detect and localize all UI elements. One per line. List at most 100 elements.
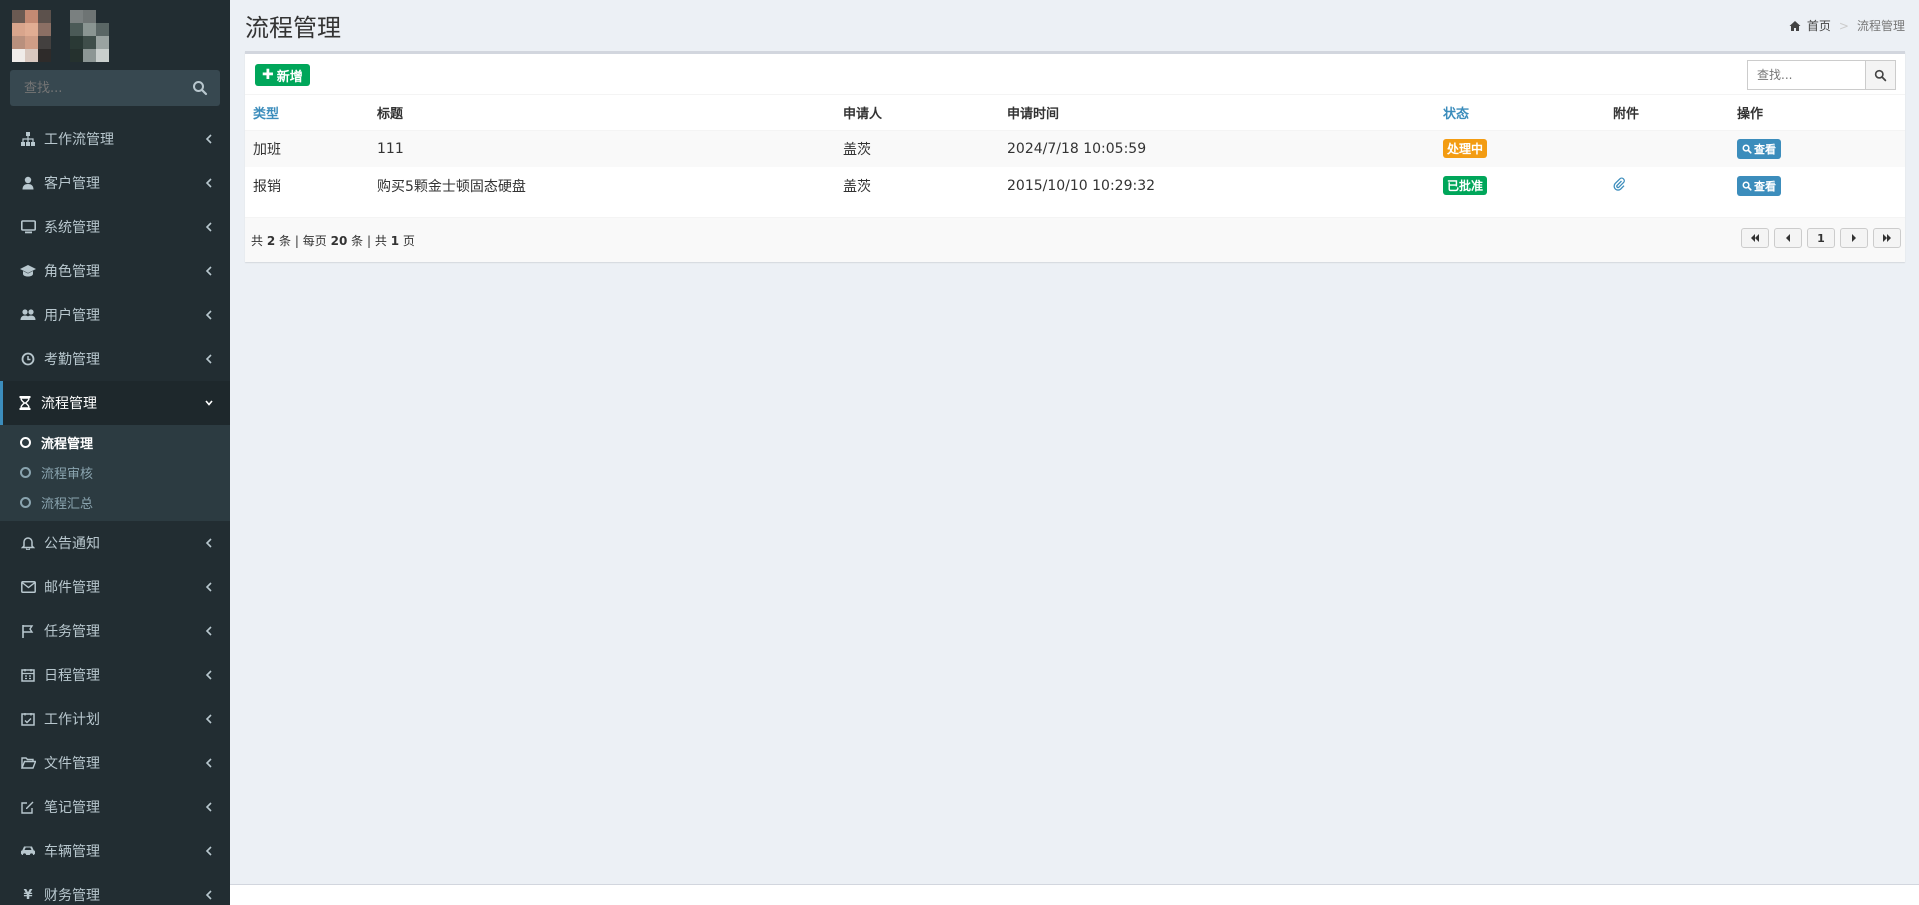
pager-text: 条	[279, 234, 292, 248]
view-button[interactable]: 查看	[1737, 175, 1781, 196]
cell-title: 111	[377, 140, 404, 157]
column-header-type[interactable]: 类型	[245, 95, 369, 131]
status-badge: 已批准	[1443, 176, 1488, 195]
hourglass-icon	[17, 395, 33, 411]
next-page-button[interactable]	[1840, 228, 1868, 248]
flag-icon	[20, 623, 36, 639]
sidebar-item-label: 系统管理	[44, 220, 100, 236]
caret-right-icon	[1852, 234, 1856, 242]
box-footer: 共 2 条 | 每页 20 条 | 共 1 页 1	[245, 217, 1905, 262]
main-footer	[230, 884, 1919, 905]
clock-icon	[20, 351, 36, 367]
table-search-button[interactable]	[1865, 61, 1895, 89]
sidebar-item-label: 日程管理	[44, 668, 100, 684]
sidebar-item-tasks[interactable]: 任务管理	[0, 609, 230, 653]
table-row: 报销 购买5颗金士顿固态硬盘 盖茨 2015/10/10 10:29:32 已批…	[245, 167, 1905, 204]
cell-status: 已批准	[1435, 167, 1605, 204]
cell-actions: 查看	[1729, 167, 1905, 204]
submenu-item-process-management[interactable]: 流程管理	[0, 427, 230, 457]
sidebar-item-label: 工作计划	[44, 712, 100, 728]
pager-text: 每页	[302, 234, 327, 248]
sidebar-item-customers[interactable]: 客户管理	[0, 161, 230, 205]
submenu-item-label: 流程管理	[41, 436, 94, 452]
sidebar-item-label: 工作流管理	[44, 132, 114, 148]
table-search-input[interactable]	[1748, 61, 1865, 89]
page-number-button[interactable]: 1	[1807, 228, 1835, 248]
sidebar-item-label: 笔记管理	[44, 800, 100, 816]
pager-text: 共	[374, 234, 387, 248]
sidebar-item-label: 公告通知	[44, 536, 100, 552]
submenu-item-process-summary[interactable]: 流程汇总	[0, 487, 230, 517]
cell-actions: 查看	[1729, 130, 1905, 167]
cell-title: 购买5颗金士顿固态硬盘	[377, 178, 526, 195]
chevron-left-icon	[205, 538, 212, 548]
pager-text: 页	[402, 234, 415, 248]
search-icon	[1874, 69, 1887, 81]
sidebar-item-files[interactable]: 文件管理	[0, 741, 230, 785]
chevron-left-icon	[205, 310, 212, 320]
pager-total: 2	[266, 234, 276, 248]
column-header-status[interactable]: 状态	[1435, 95, 1605, 131]
cell-type: 加班	[253, 141, 281, 158]
sidebar-item-users[interactable]: 用户管理	[0, 293, 230, 337]
page-title: 流程管理	[245, 14, 341, 42]
sidebar-item-mail[interactable]: 邮件管理	[0, 565, 230, 609]
table-row: 加班 111 盖茨 2024/7/18 10:05:59 处理中 查看	[245, 130, 1905, 167]
caret-left-icon	[1786, 234, 1790, 242]
content-wrapper: 流程管理 首页 > 流程管理 ✚ 新增 类型 标题 申请人	[230, 0, 1919, 905]
paperclip-icon[interactable]	[1613, 177, 1625, 191]
sidebar-item-notes[interactable]: 笔记管理	[0, 785, 230, 829]
sidebar-menu: 工作流管理 客户管理 系统管理 角色管理 用户管理 考勤管理 流程管理 流程管理…	[0, 117, 230, 905]
search-icon	[1742, 144, 1752, 154]
chevron-left-icon	[205, 582, 212, 592]
breadcrumb-separator: >	[1838, 18, 1849, 33]
yen-icon: ¥	[23, 887, 33, 903]
chevron-left-icon	[205, 758, 212, 768]
column-header-actions: 操作	[1729, 95, 1905, 131]
circle-icon	[20, 466, 31, 478]
sidebar-item-attendance[interactable]: 考勤管理	[0, 337, 230, 381]
users-icon	[20, 307, 36, 323]
first-page-button[interactable]	[1741, 228, 1769, 248]
sidebar-search-input[interactable]	[10, 70, 180, 106]
sidebar-item-label: 车辆管理	[44, 844, 100, 860]
sidebar-item-vehicles[interactable]: 车辆管理	[0, 829, 230, 873]
process-submenu: 流程管理 流程审核 流程汇总	[0, 425, 230, 521]
forward-icon	[1883, 234, 1891, 242]
sidebar-item-label: 客户管理	[44, 176, 100, 192]
avatar[interactable]	[12, 10, 109, 62]
sidebar-item-work-plan[interactable]: 工作计划	[0, 697, 230, 741]
column-header-time: 申请时间	[999, 95, 1435, 131]
pagination-info: 共 2 条 | 每页 20 条 | 共 1 页	[251, 232, 415, 249]
envelope-icon	[20, 579, 36, 595]
sidebar-item-label: 文件管理	[44, 756, 100, 772]
process-list-box: ✚ 新增 类型 标题 申请人 申请时间 状态 附件 操作	[245, 51, 1905, 262]
sidebar-item-workflow[interactable]: 工作流管理	[0, 117, 230, 161]
desktop-icon	[20, 219, 36, 235]
view-button-label: 查看	[1754, 142, 1776, 156]
box-header: ✚ 新增	[245, 54, 1905, 95]
chevron-left-icon	[205, 714, 212, 724]
sidebar-item-label: 流程管理	[41, 396, 97, 412]
sidebar-item-label: 财务管理	[44, 888, 100, 904]
cell-type: 报销	[253, 178, 281, 195]
prev-page-button[interactable]	[1774, 228, 1802, 248]
sidebar-item-notices[interactable]: 公告通知	[0, 521, 230, 565]
pager-text: 条	[351, 234, 364, 248]
sidebar-item-system[interactable]: 系统管理	[0, 205, 230, 249]
view-button[interactable]: 查看	[1737, 138, 1781, 159]
sidebar-item-schedule[interactable]: 日程管理	[0, 653, 230, 697]
search-icon[interactable]	[192, 80, 208, 96]
pager-sep: |	[366, 234, 372, 248]
sidebar-item-process[interactable]: 流程管理	[0, 381, 230, 425]
last-page-button[interactable]	[1873, 228, 1901, 248]
sidebar-item-roles[interactable]: 角色管理	[0, 249, 230, 293]
cell-time: 2015/10/10 10:29:32	[1007, 177, 1156, 194]
breadcrumb-home[interactable]: 首页	[1807, 17, 1831, 34]
chevron-left-icon	[205, 802, 212, 812]
column-header-attachment: 附件	[1605, 95, 1729, 131]
table-header-row: 类型 标题 申请人 申请时间 状态 附件 操作	[245, 95, 1905, 131]
submenu-item-process-review[interactable]: 流程审核	[0, 457, 230, 487]
sidebar-item-finance[interactable]: ¥ 财务管理	[0, 873, 230, 905]
add-button[interactable]: ✚ 新增	[255, 64, 310, 86]
